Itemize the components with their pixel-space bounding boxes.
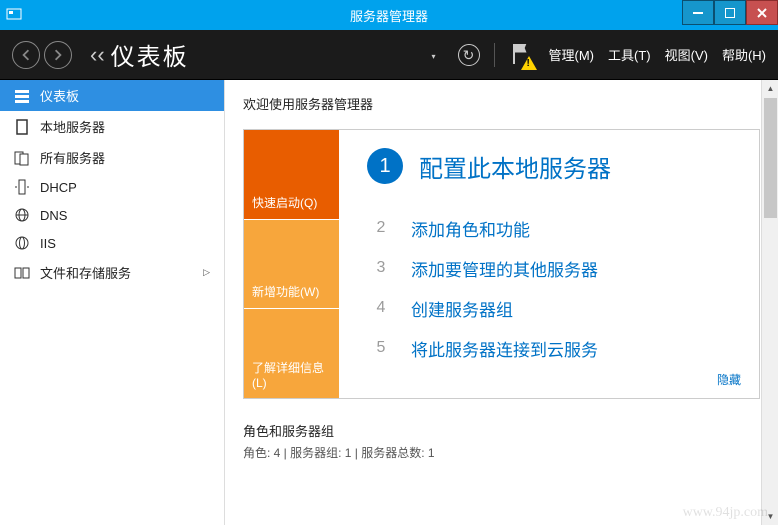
scrollbar[interactable]: ▲ ▼: [761, 80, 778, 525]
breadcrumb-separator-icon: ‹‹: [90, 42, 105, 68]
sidebar-item-label: IIS: [40, 236, 56, 251]
step-add-roles[interactable]: 2 添加角色和功能: [367, 214, 737, 242]
toolbar-separator: [494, 43, 495, 67]
dns-icon: [14, 207, 30, 223]
server-icon: [14, 119, 30, 135]
sidebar-item-file-storage[interactable]: 文件和存储服务 ▷: [0, 257, 224, 288]
step-number: 3: [367, 254, 395, 282]
welcome-card: 快速启动(Q) 新增功能(W) 了解详细信息(L) 1 配置此本地服务器 2 添…: [243, 129, 760, 399]
scroll-thumb[interactable]: [764, 98, 777, 218]
title-dropdown-icon[interactable]: [428, 47, 435, 62]
step-server-group[interactable]: 4 创建服务器组: [367, 294, 737, 322]
sidebar-item-label: 所有服务器: [40, 148, 105, 167]
menu-view[interactable]: 视图(V): [665, 45, 708, 64]
step-number: 1: [367, 148, 403, 184]
hide-link[interactable]: 隐藏: [717, 371, 741, 388]
step-text: 添加要管理的其他服务器: [411, 256, 598, 281]
roles-groups-header: 角色和服务器组: [243, 421, 778, 440]
step-text: 配置此本地服务器: [419, 149, 611, 184]
sidebar: 仪表板 本地服务器 所有服务器 DHCP DNS IIS 文件和存储服务 ▷: [0, 80, 225, 525]
sidebar-item-dhcp[interactable]: DHCP: [0, 173, 224, 201]
sidebar-item-dashboard[interactable]: 仪表板: [0, 80, 224, 111]
scroll-up-button[interactable]: ▲: [762, 80, 778, 97]
main-content: 欢迎使用服务器管理器 快速启动(Q) 新增功能(W) 了解详细信息(L) 1 配…: [225, 80, 778, 525]
scroll-down-button[interactable]: ▼: [762, 508, 778, 525]
sidebar-item-label: DHCP: [40, 180, 77, 195]
step-text: 添加角色和功能: [411, 216, 530, 241]
nav-back-button[interactable]: [12, 41, 40, 69]
iis-icon: [14, 235, 30, 251]
dashboard-icon: [14, 88, 30, 104]
sidebar-item-label: 文件和存储服务: [40, 263, 131, 282]
roles-groups-summary: 角色: 4 | 服务器组: 1 | 服务器总数: 1: [243, 444, 778, 461]
warning-badge-icon: [521, 56, 537, 70]
sidebar-item-local-server[interactable]: 本地服务器: [0, 111, 224, 142]
step-text: 将此服务器连接到云服务: [411, 336, 598, 361]
welcome-header: 欢迎使用服务器管理器: [243, 94, 778, 113]
app-icon: [6, 7, 22, 23]
tab-whats-new[interactable]: 新增功能(W): [244, 219, 339, 309]
sidebar-item-dns[interactable]: DNS: [0, 201, 224, 229]
refresh-button[interactable]: [458, 44, 480, 66]
step-text: 创建服务器组: [411, 296, 513, 321]
tab-quick-start[interactable]: 快速启动(Q): [244, 130, 339, 219]
step-configure-server[interactable]: 1 配置此本地服务器: [367, 148, 737, 184]
close-button[interactable]: [746, 0, 778, 25]
step-number: 2: [367, 214, 395, 242]
step-number: 4: [367, 294, 395, 322]
page-title[interactable]: 仪表板: [111, 37, 429, 72]
sidebar-item-label: DNS: [40, 208, 67, 223]
storage-icon: [14, 265, 30, 281]
maximize-button[interactable]: [714, 0, 746, 25]
notifications-button[interactable]: [509, 42, 535, 68]
menu-help[interactable]: 帮助(H): [722, 45, 766, 64]
step-add-servers[interactable]: 3 添加要管理的其他服务器: [367, 254, 737, 282]
menu-manage[interactable]: 管理(M): [549, 45, 595, 64]
servers-icon: [14, 150, 30, 166]
step-cloud-connect[interactable]: 5 将此服务器连接到云服务: [367, 334, 737, 362]
sidebar-item-label: 本地服务器: [40, 117, 105, 136]
nav-forward-button[interactable]: [44, 41, 72, 69]
sidebar-item-label: 仪表板: [40, 86, 79, 105]
dhcp-icon: [14, 179, 30, 195]
window-title: 服务器管理器: [350, 6, 428, 25]
tab-learn-more[interactable]: 了解详细信息(L): [244, 308, 339, 398]
menu-tools[interactable]: 工具(T): [608, 45, 651, 64]
expand-icon[interactable]: ▷: [203, 267, 210, 278]
step-number: 5: [367, 334, 395, 362]
sidebar-item-iis[interactable]: IIS: [0, 229, 224, 257]
minimize-button[interactable]: [682, 0, 714, 25]
sidebar-item-all-servers[interactable]: 所有服务器: [0, 142, 224, 173]
